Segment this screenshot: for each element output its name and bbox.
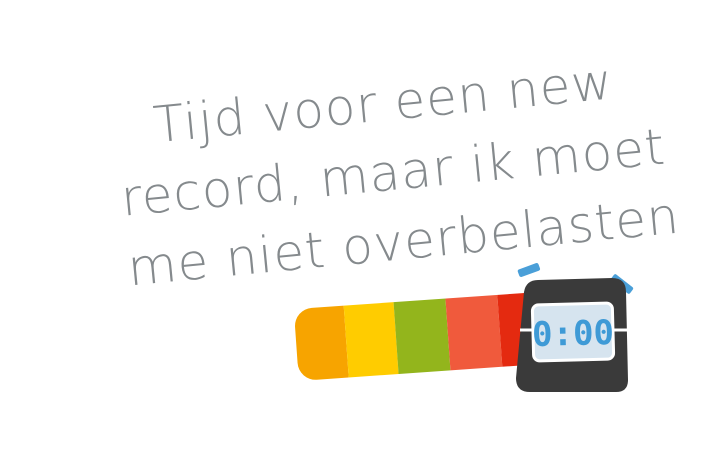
stopwatch-display: 0:00 [532,313,615,355]
stopwatch-left-button [517,263,541,277]
effort-segment-yellow [342,292,400,381]
effort-segment-green [392,291,452,381]
stopwatch-icon: 0:00 [516,263,634,392]
effort-segment-coral [444,291,504,381]
effort-segment-orange [293,295,350,381]
motivation-card: Tijd voor een new record, maar ik moet m… [0,0,710,476]
effort-illustration: 0:00 [293,263,634,392]
